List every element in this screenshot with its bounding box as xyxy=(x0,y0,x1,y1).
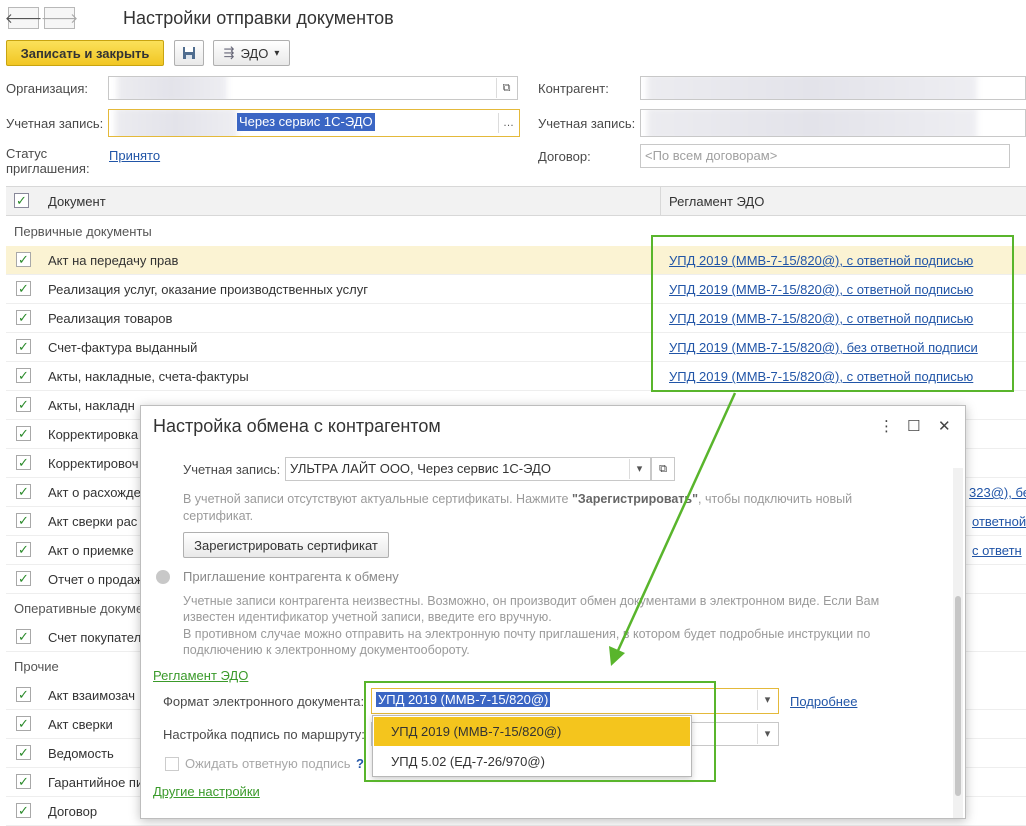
annotation-arrow xyxy=(609,392,737,666)
